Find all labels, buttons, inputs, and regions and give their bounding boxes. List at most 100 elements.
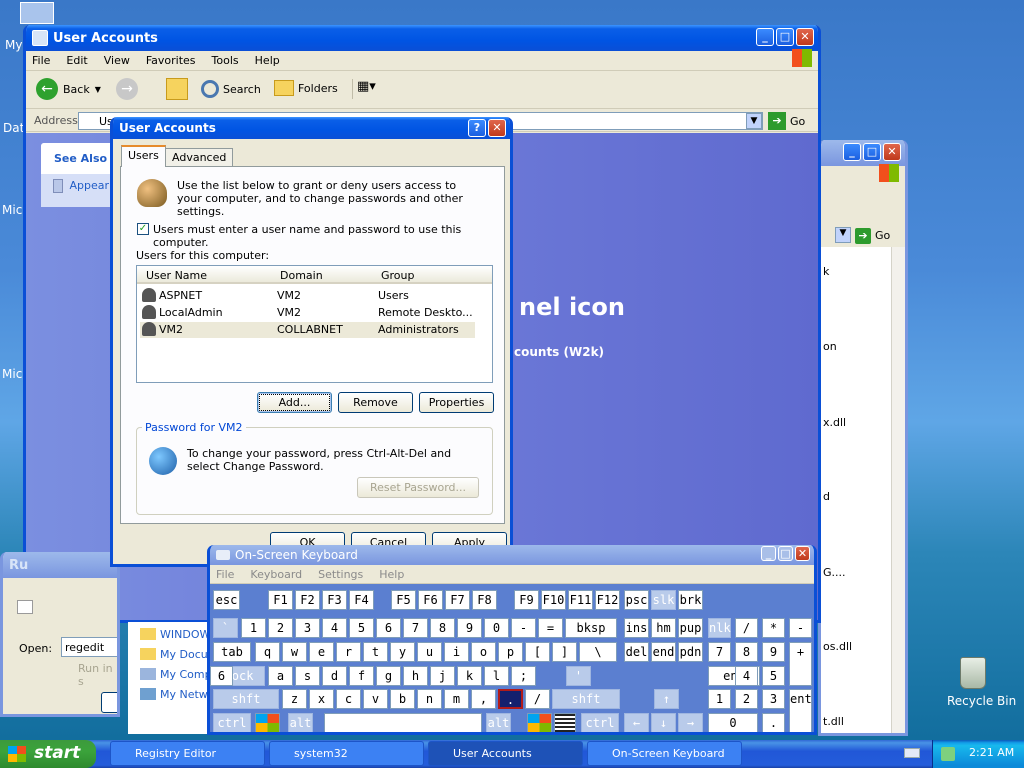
key[interactable]: ` (213, 618, 238, 638)
key[interactable]: F1 (268, 590, 293, 610)
windows-key-icon[interactable] (255, 713, 280, 732)
remove-user-button[interactable]: Remove (338, 392, 413, 413)
views-button[interactable]: ▦▾ (352, 79, 386, 99)
key[interactable]: h (403, 666, 428, 686)
explorer-titlebar[interactable]: User Accounts _ □ ✕ (26, 25, 818, 51)
users-listview[interactable]: User Name Domain Group ASPNET VM2 Users … (136, 265, 493, 383)
address-dropdown-arrow[interactable]: ▼ (746, 113, 762, 129)
maximize-icon[interactable]: □ (778, 546, 793, 561)
require-login-label[interactable]: Users must enter a user name and passwor… (153, 223, 504, 249)
key[interactable]: r (336, 642, 361, 662)
key[interactable]: ent (789, 689, 812, 732)
key[interactable]: ↑ (654, 689, 679, 709)
key[interactable]: F10 (541, 590, 566, 610)
menu-key-icon[interactable] (554, 713, 576, 732)
column-user-name[interactable]: User Name (146, 269, 207, 282)
key[interactable]: pup (678, 618, 703, 638)
key[interactable]: k (457, 666, 482, 686)
tree-item-computer[interactable]: My Comp (140, 668, 212, 681)
key[interactable]: . (498, 689, 523, 709)
tray-network-icon[interactable] (941, 747, 955, 761)
menu-favorites[interactable]: Favorites (146, 54, 196, 67)
key[interactable]: + (789, 642, 812, 686)
key[interactable]: 4 (322, 618, 347, 638)
tray-keyboard-icon[interactable] (904, 748, 920, 758)
key[interactable]: 3 (762, 689, 785, 709)
folders-button[interactable]: Folders (274, 80, 338, 96)
close-icon[interactable]: ✕ (488, 119, 506, 137)
search-button[interactable]: Search (201, 80, 261, 98)
key[interactable]: \ (579, 642, 617, 662)
system32-titlebar[interactable]: _ □ ✕ (821, 140, 905, 166)
key[interactable]: 6 (376, 618, 401, 638)
key[interactable]: F7 (445, 590, 470, 610)
tree-item-documents[interactable]: My Docu (140, 648, 208, 661)
tab-advanced[interactable]: Advanced (165, 148, 234, 168)
key[interactable]: bksp (565, 618, 617, 638)
tree-item-network[interactable]: My Netwo (140, 688, 215, 701)
properties-button[interactable]: Properties (419, 392, 494, 413)
key[interactable]: 0 (708, 713, 758, 732)
key[interactable]: alt (486, 713, 511, 732)
key[interactable]: 9 (457, 618, 482, 638)
key[interactable]: 4 (735, 666, 758, 686)
key[interactable]: F11 (568, 590, 593, 610)
close-icon[interactable]: ✕ (796, 28, 814, 46)
maximize-icon[interactable]: □ (776, 28, 794, 46)
key[interactable]: ] (552, 642, 577, 662)
key[interactable]: 5 (762, 666, 785, 686)
key[interactable]: b (390, 689, 415, 709)
add-user-button[interactable]: Add... (257, 392, 332, 413)
spacebar[interactable] (324, 713, 482, 732)
key[interactable]: 8 (430, 618, 455, 638)
key[interactable]: u (417, 642, 442, 662)
key[interactable]: F12 (595, 590, 620, 610)
key[interactable]: 3 (295, 618, 320, 638)
help-icon[interactable]: ? (468, 119, 486, 137)
key[interactable]: a (268, 666, 293, 686)
dialog-titlebar[interactable]: User Accounts ? ✕ (113, 117, 510, 139)
my-computer-icon[interactable] (20, 2, 54, 24)
key[interactable]: c (336, 689, 361, 709)
column-domain[interactable]: Domain (280, 269, 323, 282)
require-login-checkbox[interactable]: ✓ (137, 223, 149, 235)
key[interactable]: 2 (735, 689, 758, 709)
run-ok-button[interactable] (101, 692, 117, 713)
file-label[interactable]: on (823, 340, 837, 353)
key[interactable]: m (444, 689, 469, 709)
menu-help[interactable]: Help (255, 54, 280, 67)
taskbar-system32[interactable]: system32 (269, 741, 424, 766)
key[interactable]: hm (651, 618, 676, 638)
key[interactable]: nlk (708, 618, 731, 638)
key[interactable]: p (498, 642, 523, 662)
file-label[interactable]: d (823, 490, 830, 503)
key[interactable]: F8 (472, 590, 497, 610)
key[interactable]: v (363, 689, 388, 709)
minimize-icon[interactable]: _ (756, 28, 774, 46)
key[interactable]: 6 (210, 666, 233, 686)
key[interactable]: , (471, 689, 496, 709)
key[interactable]: 7 (708, 642, 731, 662)
key[interactable]: t (363, 642, 388, 662)
key[interactable]: 8 (735, 642, 758, 662)
key[interactable]: = (538, 618, 563, 638)
reset-password-button[interactable]: Reset Password... (357, 477, 479, 498)
key[interactable]: ins (624, 618, 649, 638)
desktop-label-my[interactable]: My (5, 38, 22, 52)
key[interactable]: pdn (678, 642, 703, 662)
key[interactable]: F4 (349, 590, 374, 610)
key[interactable]: o (471, 642, 496, 662)
key[interactable]: ' (566, 666, 591, 686)
run-titlebar[interactable]: Ru (3, 552, 117, 578)
open-input[interactable]: regedit (61, 637, 117, 657)
key[interactable]: l (484, 666, 509, 686)
recycle-bin-icon[interactable] (960, 657, 986, 689)
key[interactable]: 2 (268, 618, 293, 638)
go-button[interactable]: ➔ Go (768, 112, 805, 130)
key[interactable]: n (417, 689, 442, 709)
up-folder-icon[interactable] (166, 78, 188, 100)
vertical-scrollbar[interactable] (891, 247, 905, 733)
appearance-link[interactable]: Appear (41, 174, 121, 198)
menu-view[interactable]: View (104, 54, 130, 67)
key[interactable]: j (430, 666, 455, 686)
